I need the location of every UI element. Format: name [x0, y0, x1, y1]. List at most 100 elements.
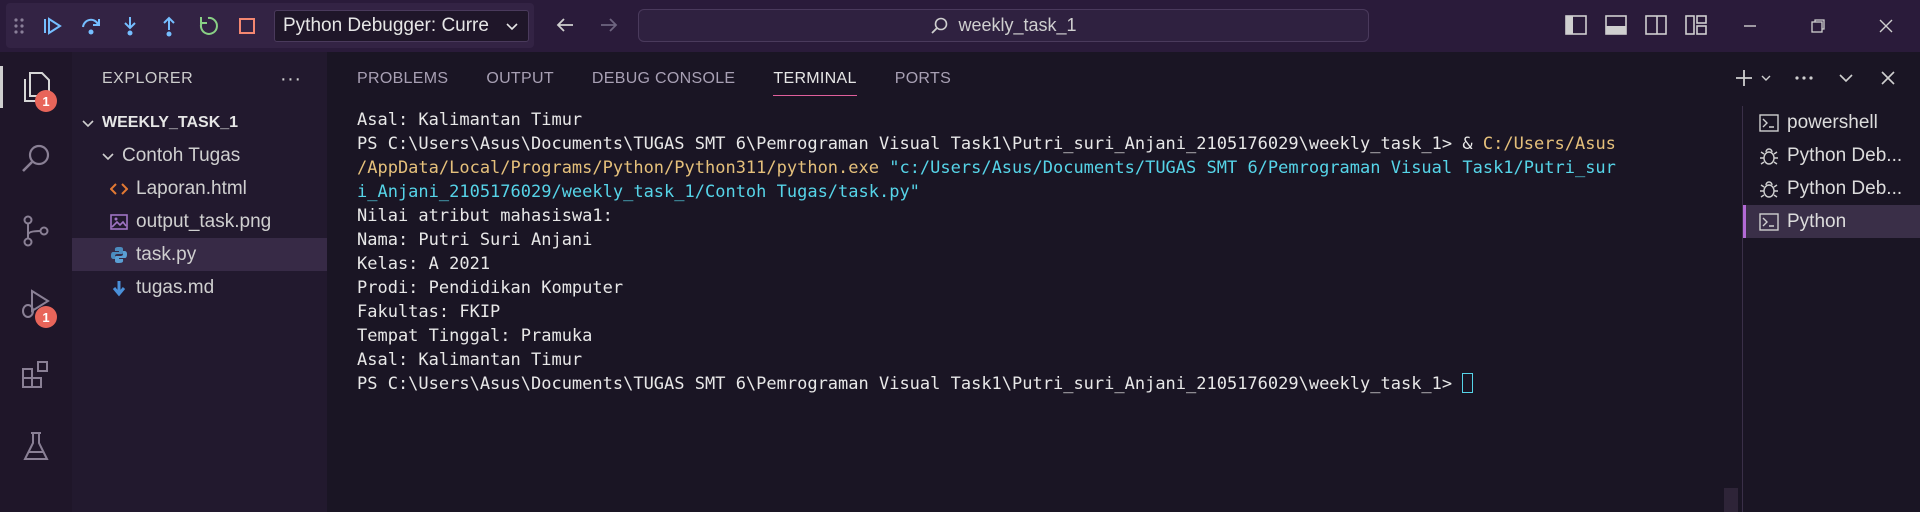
activity-extensions[interactable] [0, 340, 72, 410]
chevron-down-icon [1839, 74, 1853, 83]
step-over-icon [81, 18, 100, 34]
step-out-button[interactable] [149, 3, 188, 48]
terminal-list: powershell Python Deb... Python Deb... P… [1742, 106, 1920, 512]
forward-button[interactable] [594, 10, 624, 40]
image-file-icon [108, 211, 130, 233]
file-label: output_task.png [136, 210, 272, 232]
restart-icon [199, 16, 218, 35]
terminal-line: Tempat Tinggal: Pramuka [357, 326, 593, 346]
terminal-output[interactable]: Asal: Kalimantan Timur PS C:\Users\Asus\… [357, 108, 1737, 396]
step-into-button[interactable] [110, 3, 149, 48]
extensions-icon [22, 361, 48, 388]
markdown-file-icon [108, 277, 130, 299]
folder-label: Contoh Tugas [122, 144, 241, 166]
terminal-scrollbar[interactable] [1724, 488, 1738, 512]
terminal-profiles-dropdown[interactable] [1758, 66, 1774, 90]
toggle-primary-sidebar-button[interactable] [1563, 12, 1589, 38]
activity-search[interactable] [0, 124, 72, 194]
file-tugas-md[interactable]: tugas.md [72, 271, 327, 304]
activity-explorer[interactable]: 1 [0, 52, 72, 122]
terminal-line: Fakultas: FKIP [357, 302, 501, 322]
restore-icon [1811, 19, 1825, 33]
debug-bug-icon [1760, 180, 1778, 198]
collapse-panel-button[interactable] [1834, 66, 1858, 90]
step-over-button[interactable] [71, 3, 110, 48]
panel-more-actions-button[interactable] [1792, 66, 1816, 90]
tab-debug-console[interactable]: DEBUG CONSOLE [592, 52, 736, 106]
continue-button[interactable] [32, 3, 71, 48]
toggle-panel-button[interactable] [1603, 12, 1629, 38]
sidebar-left-icon [1565, 15, 1587, 35]
workspace-root-label: WEEKLY_TASK_1 [102, 113, 239, 131]
new-terminal-button[interactable] [1732, 66, 1756, 90]
debug-config-label: Python Debugger: Curre [283, 14, 489, 36]
debug-config-select[interactable]: Python Debugger: Curre [274, 9, 529, 42]
python-file-icon [108, 244, 130, 266]
terminal-item-label: Python Deb... [1787, 177, 1903, 199]
tab-terminal[interactable]: TERMINAL [773, 52, 858, 106]
terminal-line: i_Anjani_2105176029/weekly_task_1/Contoh… [357, 182, 920, 202]
explorer-header: EXPLORER ··· [72, 52, 327, 106]
restore-button[interactable] [1784, 0, 1852, 52]
step-out-icon [162, 16, 175, 36]
folder-contoh-tugas[interactable]: Contoh Tugas [72, 139, 327, 172]
terminal-prompt: PS C:\Users\Asus\Documents\TUGAS SMT 6\P… [357, 134, 1463, 154]
activity-run-debug[interactable]: 1 [0, 268, 72, 338]
minimize-button[interactable] [1716, 0, 1784, 52]
customize-layout-button[interactable] [1683, 12, 1709, 38]
terminal-operator: & [1462, 134, 1483, 154]
tab-ports[interactable]: PORTS [895, 52, 951, 106]
file-laporan-html[interactable]: Laporan.html [72, 172, 327, 205]
sidebar-right-icon [1645, 15, 1667, 35]
terminal-item-python[interactable]: Python [1743, 205, 1920, 238]
terminal-item-python-debugger-2[interactable]: Python Deb... [1743, 172, 1920, 205]
layout-controls [1563, 12, 1709, 38]
file-label: tugas.md [136, 276, 215, 298]
terminal-line: Nilai atribut mahasiswa1: [357, 206, 613, 226]
workspace-root[interactable]: WEEKLY_TASK_1 [72, 106, 327, 139]
terminal-command: C:/Users/Asus [1482, 134, 1616, 154]
activity-testing[interactable] [0, 412, 72, 482]
arrow-right-icon [601, 18, 618, 32]
terminal-item-python-debugger-1[interactable]: Python Deb... [1743, 139, 1920, 172]
terminal-cursor [1462, 373, 1474, 393]
continue-icon [43, 16, 62, 35]
file-output-task-png[interactable]: output_task.png [72, 205, 327, 238]
debug-badge: 1 [35, 306, 57, 328]
toggle-secondary-sidebar-button[interactable] [1643, 12, 1669, 38]
terminal-item-powershell[interactable]: powershell [1743, 106, 1920, 139]
chevron-down-icon [506, 22, 518, 30]
tab-output[interactable]: OUTPUT [486, 52, 554, 106]
step-into-icon [123, 16, 136, 35]
html-file-icon [108, 178, 130, 200]
close-window-button[interactable] [1852, 0, 1920, 52]
chevron-down-icon [98, 149, 118, 163]
close-panel-button[interactable] [1876, 66, 1900, 90]
file-label: Laporan.html [136, 177, 247, 199]
more-actions-icon[interactable]: ··· [280, 68, 301, 91]
more-icon [1795, 76, 1813, 80]
file-task-py[interactable]: task.py [72, 238, 327, 271]
drag-grip-icon[interactable] [6, 3, 32, 48]
terminal-line: Nama: Putri Suri Anjani [357, 230, 593, 250]
terminal-item-label: Python [1787, 210, 1847, 232]
stop-button[interactable] [227, 3, 266, 48]
terminal-argument: "c:/Users/Asus/Documents/TUGAS SMT 6/Pem… [878, 158, 1616, 178]
restart-button[interactable] [188, 3, 227, 48]
terminal-line: Prodi: Pendidikan Komputer [357, 278, 624, 298]
activity-bar: 1 1 [0, 52, 72, 512]
activity-source-control[interactable] [0, 196, 72, 266]
layout-icon [1685, 15, 1707, 35]
back-button[interactable] [550, 10, 580, 40]
panel-bottom-icon [1605, 15, 1627, 35]
panel-actions [1732, 66, 1900, 90]
terminal-line: Asal: Kalimantan Timur [357, 350, 583, 370]
terminal-line: PS C:\Users\Asus\Documents\TUGAS SMT 6\P… [357, 132, 1737, 156]
terminal-icon [1759, 113, 1779, 132]
terminal-command: /AppData/Local/Programs/Python/Python311… [357, 158, 879, 178]
source-control-icon [23, 215, 49, 247]
search-icon [22, 144, 50, 172]
tab-problems[interactable]: PROBLEMS [357, 52, 448, 106]
command-center-search[interactable]: weekly_task_1 [638, 9, 1369, 42]
flask-icon [23, 432, 49, 460]
